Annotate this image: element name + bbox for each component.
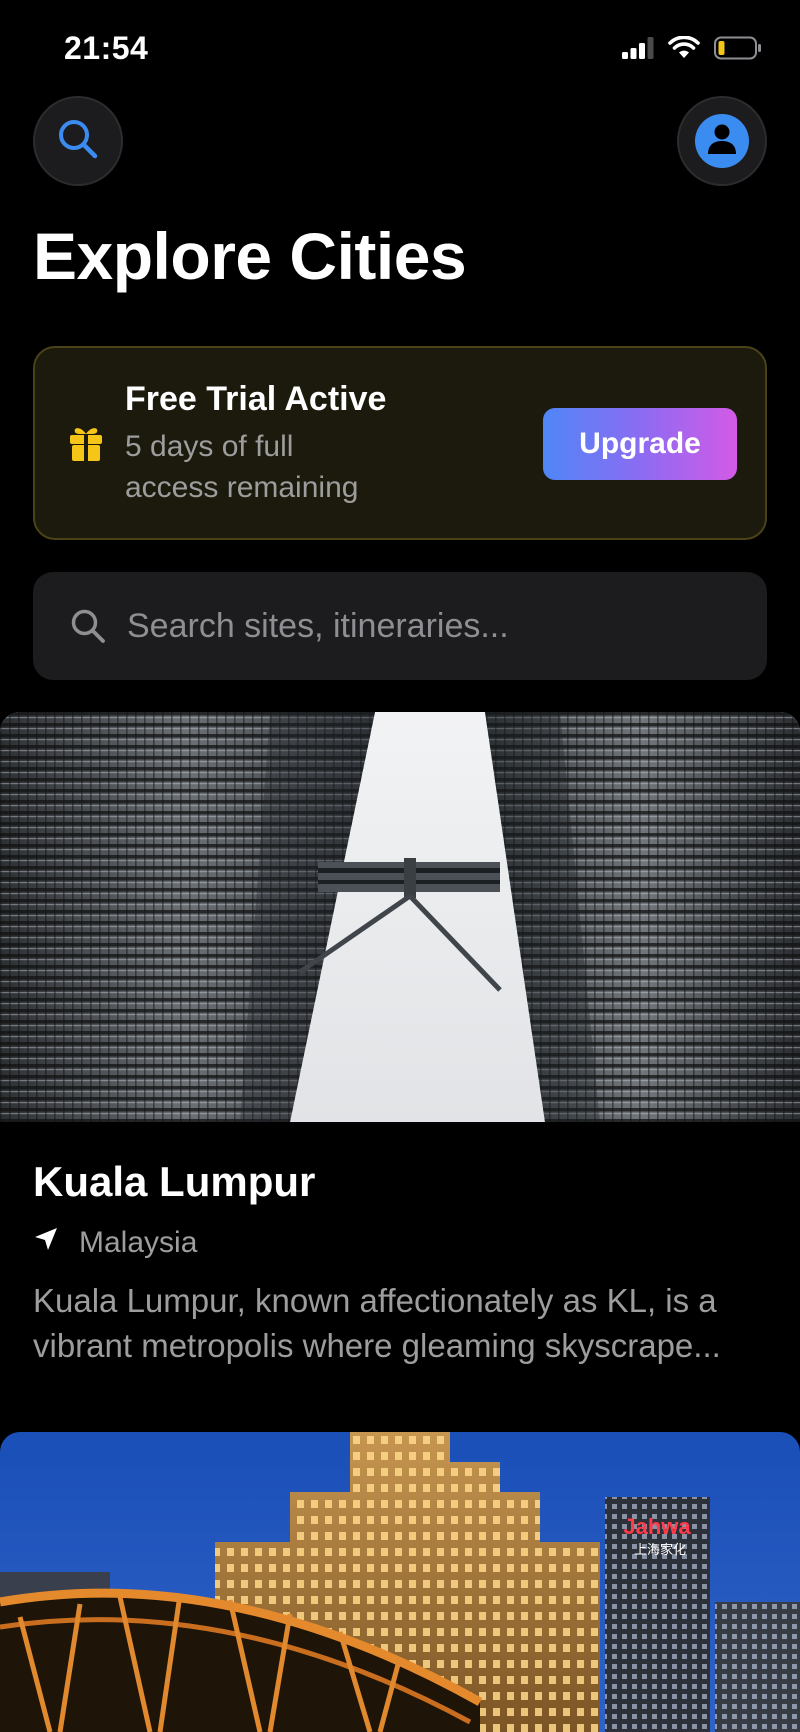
city-image-night-skyline: Jahwa 上海家化	[0, 1432, 800, 1732]
city-card-second[interactable]: Jahwa 上海家化	[0, 1432, 800, 1732]
search-field-icon	[69, 607, 107, 645]
status-icons	[622, 35, 762, 65]
free-trial-banner: Free Trial Active 5 days of full access …	[33, 346, 767, 540]
city-country-label: Malaysia	[79, 1226, 198, 1259]
trial-subtitle: 5 days of full access remaining	[125, 430, 359, 504]
city-image-petronas-towers	[0, 712, 800, 1122]
city-country: Malaysia	[33, 1226, 197, 1260]
status-bar: 21:54	[0, 0, 800, 100]
search-icon	[56, 117, 100, 166]
gift-icon	[69, 424, 103, 467]
page-title: Explore Cities	[33, 219, 467, 293]
wifi-icon	[668, 35, 700, 65]
city-description: Kuala Lumpur, known affectionately as KL…	[33, 1282, 721, 1364]
profile-button[interactable]	[677, 96, 767, 186]
trial-title: Free Trial Active	[125, 380, 387, 418]
status-time: 21:54	[64, 30, 149, 66]
battery-low-icon	[714, 36, 762, 65]
search-input[interactable]	[125, 605, 767, 647]
jahwa-sign-secondary: 上海家化	[634, 1542, 686, 1558]
jahwa-sign: Jahwa	[623, 1514, 691, 1539]
search-field[interactable]	[33, 572, 767, 680]
city-name: Kuala Lumpur	[33, 1158, 316, 1205]
search-button[interactable]	[33, 96, 123, 186]
person-icon	[707, 123, 737, 160]
cellular-signal-icon	[622, 37, 654, 64]
avatar	[695, 114, 749, 168]
city-card-kuala-lumpur[interactable]: Kuala Lumpur Malaysia Kuala Lumpur, know…	[0, 712, 800, 1364]
location-arrow-icon	[33, 1226, 59, 1260]
upgrade-button[interactable]: Upgrade	[543, 408, 737, 480]
